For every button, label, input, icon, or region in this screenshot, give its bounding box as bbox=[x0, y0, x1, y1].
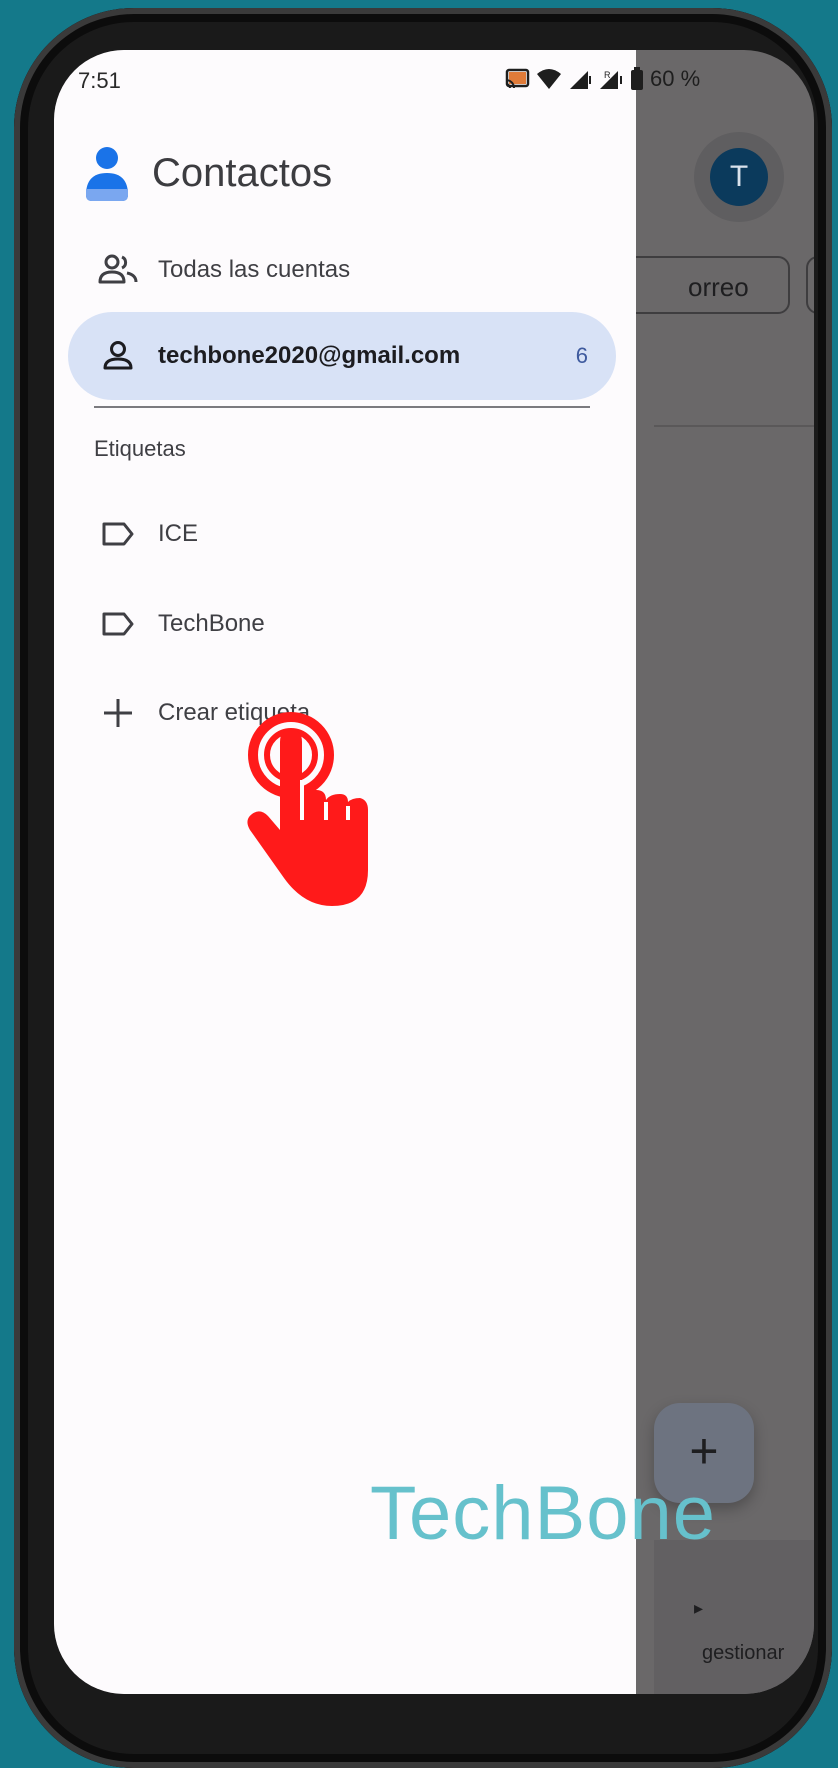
nav-item-account[interactable]: techbone2020@gmail.com 6 bbox=[68, 312, 616, 400]
group-icon bbox=[98, 254, 138, 284]
tap-hand-icon bbox=[247, 712, 368, 906]
contact-count-badge: 6 bbox=[575, 343, 588, 368]
background-avatar-container: T bbox=[694, 132, 784, 222]
person-icon bbox=[103, 341, 133, 370]
contacts-logo-icon bbox=[86, 147, 128, 201]
plus-icon bbox=[104, 699, 132, 727]
nav-item-label: TechBone bbox=[158, 610, 265, 637]
account-avatar: T bbox=[710, 148, 768, 206]
app-title: Contactos bbox=[152, 150, 333, 195]
nav-item-label: Todas las cuentas bbox=[158, 256, 351, 283]
label-icon bbox=[102, 612, 134, 636]
status-time: 7:51 bbox=[78, 68, 121, 93]
status-icons: R 60 % bbox=[504, 66, 700, 92]
nav-item-all-accounts[interactable]: Todas las cuentas bbox=[68, 226, 616, 314]
nav-item-label: ICE bbox=[158, 520, 199, 547]
signal-roaming-icon: R bbox=[600, 70, 622, 89]
label-icon bbox=[102, 522, 134, 546]
svg-text:R: R bbox=[604, 70, 611, 80]
battery-percent: 60 % bbox=[650, 66, 701, 91]
section-label-labels: Etiquetas bbox=[94, 436, 186, 461]
background-filter-chip: orreo bbox=[614, 256, 790, 314]
manage-label: gestionar bbox=[702, 1642, 785, 1664]
drawer-header: Contactos bbox=[84, 138, 332, 208]
battery-icon bbox=[631, 67, 643, 90]
background-divider bbox=[654, 425, 814, 427]
watermark-logo: TechBone bbox=[370, 1471, 717, 1556]
nav-item-label: techbone2020@gmail.com bbox=[158, 342, 461, 369]
nav-item-label-ice[interactable]: ICE bbox=[68, 490, 616, 578]
wifi-icon bbox=[537, 69, 561, 89]
chevron-right-icon: ▸ bbox=[694, 1598, 704, 1618]
background-filter-chip-2 bbox=[806, 256, 814, 314]
cast-icon bbox=[505, 68, 530, 89]
background-bottom-bar bbox=[654, 1540, 814, 1694]
signal-icon bbox=[570, 71, 591, 89]
nav-item-label-techbone[interactable]: TechBone bbox=[68, 580, 616, 668]
section-divider bbox=[94, 406, 590, 408]
phone-screen: T orreo + ▸ gestionar 7:51 R 60 % Contac… bbox=[54, 50, 814, 1694]
